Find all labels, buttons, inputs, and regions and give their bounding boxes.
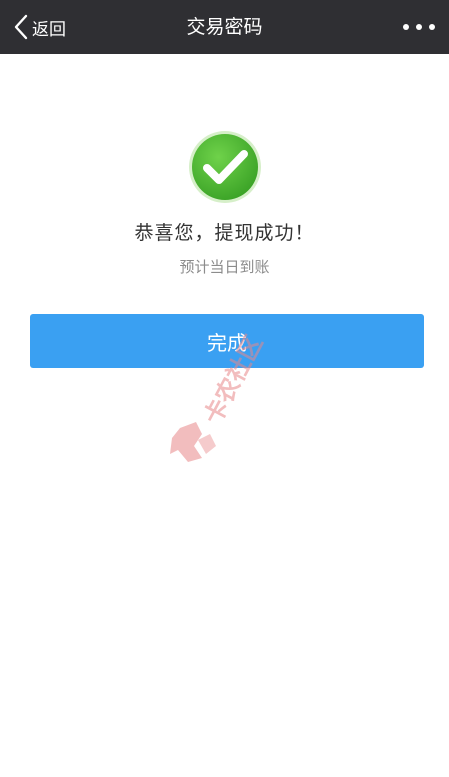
done-button[interactable]: 完成	[30, 314, 424, 368]
success-headline: 恭喜您，提现成功！	[134, 222, 315, 244]
page-title: 交易密码	[186, 16, 263, 38]
navbar: 返回 交易密码	[0, 0, 449, 54]
more-dots-icon	[416, 24, 422, 30]
more-dots-icon	[429, 24, 435, 30]
check-circle-icon	[188, 130, 262, 204]
arrival-note: 预计当日到账	[179, 258, 270, 276]
page: 返回 交易密码 恭喜您，提现成功！ 预计当日到账 完成 卡农社区	[0, 0, 449, 777]
more-button[interactable]	[403, 16, 435, 38]
more-dots-icon	[403, 24, 409, 30]
